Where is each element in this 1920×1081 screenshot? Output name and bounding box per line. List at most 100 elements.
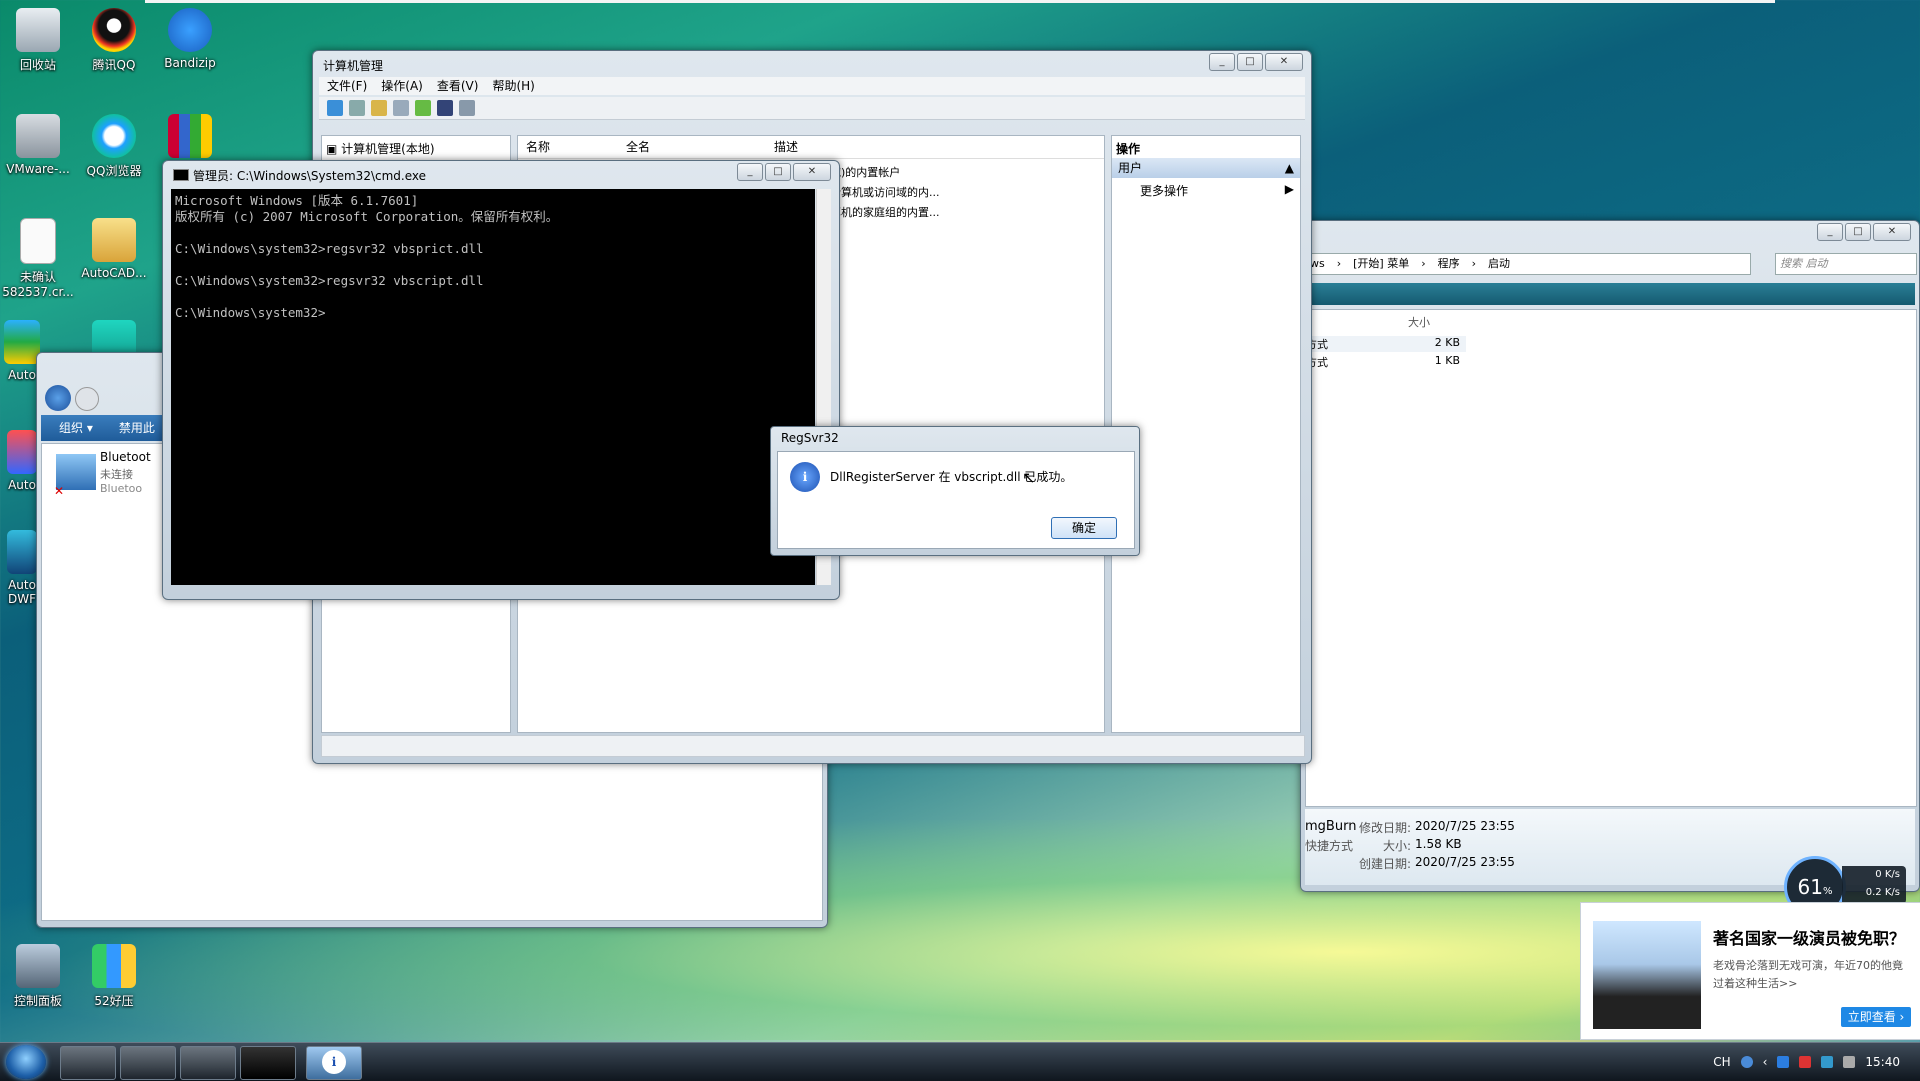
top-window-edge: [145, 0, 1775, 3]
desktop-icon-label: QQ浏览器: [86, 164, 142, 178]
winrar-icon-image: [168, 114, 212, 158]
menu-file[interactable]: 文件(F): [327, 77, 367, 95]
haozip-icon[interactable]: 52好压: [78, 944, 150, 1009]
show-tree-icon[interactable]: [393, 100, 409, 116]
close-button[interactable]: ✕: [1873, 223, 1911, 241]
qq-icon-image: [92, 8, 136, 52]
size-label: 大小:: [1383, 839, 1412, 853]
breadcrumb-item[interactable]: ws: [1310, 254, 1325, 274]
vmware-icon[interactable]: VMware-...: [2, 114, 74, 176]
minimize-button[interactable]: _: [737, 163, 763, 181]
qq-icon[interactable]: 腾讯QQ: [78, 8, 150, 73]
adapter-name[interactable]: Bluetoot: [100, 450, 151, 464]
export-icon[interactable]: [415, 100, 431, 116]
speed-unit: K/s: [1884, 869, 1900, 880]
info-icon: i: [322, 1050, 346, 1074]
console-line: C:\Windows\system32>regsvr32 vbsprict.dl…: [175, 241, 484, 256]
minimize-button[interactable]: _: [1817, 223, 1843, 241]
system-tray: CH ‹ 15:40: [1713, 1043, 1920, 1081]
folder-icon[interactable]: AutoCAD...: [78, 218, 150, 280]
news-popup[interactable]: 著名国家一级演员被免职？ 老戏骨沦落到无戏可演，年近70的他竟过着这种生活>> …: [1580, 902, 1920, 1040]
start-button[interactable]: [6, 1045, 46, 1079]
breadcrumb-item[interactable]: [开始] 菜单: [1353, 254, 1409, 274]
info-icon: i: [790, 462, 820, 492]
volume-icon[interactable]: [1843, 1056, 1856, 1068]
window-controls: _ □ ✕: [1209, 53, 1303, 71]
created-label: 创建日期:: [1359, 857, 1412, 871]
security-icon[interactable]: [1799, 1056, 1812, 1068]
column-description[interactable]: 描述: [774, 136, 798, 158]
network-icon[interactable]: [1821, 1056, 1834, 1068]
maximize-button[interactable]: □: [1237, 53, 1263, 71]
explorer-window-startup[interactable]: _ □ ✕ ws › [开始] 菜单 › 程序 › 启动 搜索 启动 大小 方式 2 …: [1300, 220, 1920, 892]
recycle-bin-icon[interactable]: 回收站: [2, 8, 74, 73]
usage-percent: 61: [1797, 875, 1823, 899]
size-value: 1.58 KB: [1415, 837, 1462, 851]
taskbar-cmd-icon[interactable]: [240, 1046, 296, 1080]
forward-button[interactable]: [75, 387, 99, 411]
breadcrumb-item[interactable]: 程序: [1438, 254, 1460, 274]
chevron-left-icon[interactable]: ‹: [1763, 1055, 1768, 1069]
help-icon[interactable]: [437, 100, 453, 116]
file-icon[interactable]: 未确认 582537.cr...: [2, 218, 74, 299]
table-row[interactable]: 方式 2 KB: [1306, 336, 1466, 352]
qq-browser-icon[interactable]: QQ浏览器: [78, 114, 150, 179]
autocad-dwf-icon-image: [7, 530, 37, 574]
close-button[interactable]: ✕: [793, 163, 831, 181]
table-row[interactable]: 方式 1 KB: [1306, 354, 1466, 370]
actions-section[interactable]: 用户 ▲: [1112, 158, 1300, 178]
window-title: 计算机管理: [323, 59, 384, 73]
tree-root[interactable]: ▣ 计算机管理(本地): [326, 140, 435, 157]
taskbar-control-panel-icon[interactable]: [120, 1046, 176, 1080]
size-column-header[interactable]: 大小: [1408, 314, 1430, 330]
minimize-button[interactable]: _: [1209, 53, 1235, 71]
forward-arrow-icon[interactable]: [349, 100, 365, 116]
help-icon[interactable]: [1740, 1056, 1753, 1068]
control-panel-icon-image: [16, 944, 60, 988]
list-item[interactable]: 域)的内置帐户: [830, 164, 900, 180]
column-fullname[interactable]: 全名: [626, 136, 650, 158]
shield-icon[interactable]: [1777, 1056, 1790, 1068]
news-description[interactable]: 老戏骨沦落到无戏可演，年近70的他竟过着这种生活>>: [1713, 957, 1913, 993]
breadcrumb-item[interactable]: 启动: [1488, 254, 1510, 274]
regsvr32-dialog[interactable]: RegSvr32 i DllRegisterServer 在 vbscript.…: [770, 426, 1140, 556]
ok-button[interactable]: 确定: [1051, 517, 1117, 539]
disable-device-button[interactable]: 禁用此: [119, 415, 155, 441]
maximize-button[interactable]: □: [765, 163, 791, 181]
language-indicator[interactable]: CH: [1713, 1055, 1730, 1069]
view-now-button[interactable]: 立即查看 ›: [1841, 1007, 1911, 1027]
winrar-icon[interactable]: [154, 114, 226, 162]
console-output[interactable]: Microsoft Windows [版本 6.1.7601] 版权所有 (c)…: [171, 189, 815, 585]
taskbar-regsvr32-icon[interactable]: i: [306, 1046, 362, 1080]
menu-action[interactable]: 操作(A): [381, 77, 423, 95]
column-name[interactable]: 名称: [526, 136, 550, 158]
close-button[interactable]: ✕: [1265, 53, 1303, 71]
cmd-window[interactable]: 管理员: C:\Windows\System32\cmd.exe _ □ ✕ M…: [162, 160, 840, 600]
organize-button[interactable]: 组织 ▾: [59, 415, 93, 441]
menu-help[interactable]: 帮助(H): [492, 77, 534, 95]
modified-value: 2020/7/25 23:55: [1415, 819, 1515, 833]
menu-view[interactable]: 查看(V): [437, 77, 479, 95]
list-item[interactable]: 计算机或访问域的内...: [830, 184, 940, 200]
list-item[interactable]: 算机的家庭组的内置...: [830, 204, 940, 220]
taskbar-computer-management-icon[interactable]: [180, 1046, 236, 1080]
back-arrow-icon[interactable]: [327, 100, 343, 116]
back-button[interactable]: [45, 385, 71, 411]
file-list[interactable]: 大小 方式 2 KB 方式 1 KB: [1305, 309, 1917, 807]
taskbar-explorer-icon[interactable]: [60, 1046, 116, 1080]
qq-browser-icon-image: [92, 114, 136, 158]
more-actions-item[interactable]: 更多操作: [1140, 182, 1188, 199]
network-speed: 0 K/s 0.2 K/s: [1842, 866, 1906, 904]
up-folder-icon[interactable]: [371, 100, 387, 116]
search-input[interactable]: 搜索 启动: [1775, 253, 1917, 275]
bandizip-icon[interactable]: Bandizip: [154, 8, 226, 70]
news-title[interactable]: 著名国家一级演员被免职？: [1713, 925, 1905, 949]
collapse-icon[interactable]: ▲: [1285, 158, 1294, 178]
breadcrumb[interactable]: ws › [开始] 菜单 › 程序 › 启动: [1305, 253, 1751, 275]
maximize-button[interactable]: □: [1845, 223, 1871, 241]
properties-icon[interactable]: [459, 100, 475, 116]
disconnected-icon: ✕: [54, 484, 65, 498]
clock[interactable]: 15:40: [1865, 1055, 1900, 1069]
control-panel-icon[interactable]: 控制面板: [2, 944, 74, 1009]
